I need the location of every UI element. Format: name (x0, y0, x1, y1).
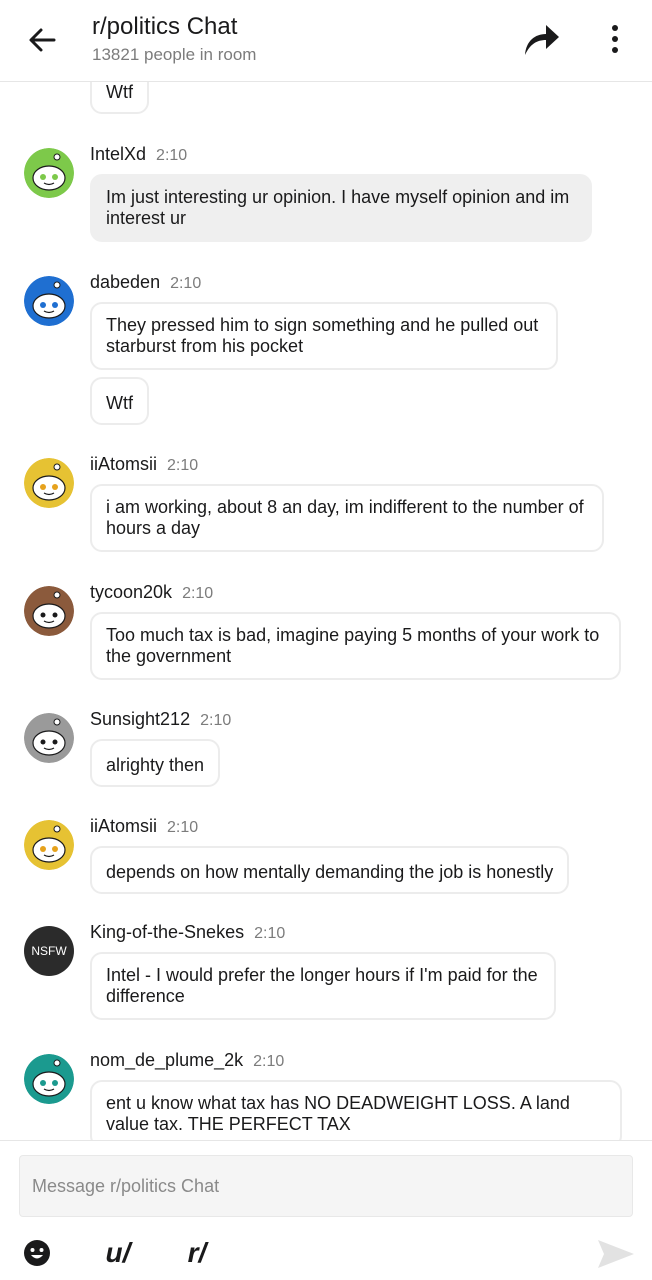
message-time: 2:10 (253, 1053, 285, 1070)
smiley-face-icon (24, 1240, 50, 1266)
message-bubble[interactable]: Wtf (90, 82, 149, 114)
user-avatar[interactable] (24, 820, 74, 870)
message-bubble[interactable]: alrighty then (90, 739, 221, 787)
send-button[interactable] (596, 1237, 636, 1271)
snoo-avatar-icon (24, 458, 74, 508)
username[interactable]: iiAtomsii (90, 816, 157, 836)
username[interactable]: IntelXd (90, 144, 146, 164)
snoo-avatar-icon (24, 820, 74, 870)
more-vertical-icon (612, 25, 618, 53)
message-composer: u/ r/ (0, 1140, 652, 1280)
user-avatar[interactable] (24, 586, 74, 636)
snoo-avatar-icon (24, 586, 74, 636)
message-bubble[interactable]: Too much tax is bad, imagine paying 5 mo… (90, 612, 621, 680)
room-title: r/politics Chat (92, 13, 238, 40)
message-time: 2:10 (200, 712, 232, 729)
message-meta: tycoon20k 2:10 (90, 582, 213, 603)
message-time: 2:10 (167, 457, 199, 474)
username[interactable]: King-of-the-Snekes (90, 922, 244, 942)
snoo-avatar-icon (24, 1054, 74, 1104)
message-meta: IntelXd 2:10 (90, 144, 187, 165)
message-meta: iiAtomsii 2:10 (90, 454, 198, 475)
message-meta: dabeden 2:10 (90, 272, 201, 293)
message-bubble[interactable]: depends on how mentally demanding the jo… (90, 846, 570, 894)
message-bubble[interactable]: Wtf (90, 377, 149, 425)
arrow-left-icon (29, 28, 56, 52)
username[interactable]: dabeden (90, 272, 160, 292)
message-input[interactable] (19, 1155, 633, 1217)
send-icon (598, 1240, 634, 1268)
message-list[interactable]: Wtf IntelXd 2:10 Im just interesting ur o… (0, 82, 652, 1140)
message-time: 2:10 (156, 147, 188, 164)
back-button[interactable] (22, 20, 62, 60)
message-bubble[interactable]: Im just interesting ur opinion. I have m… (90, 174, 592, 242)
message-bubble[interactable]: ent u know what tax has NO DEADWEIGHT LO… (90, 1080, 622, 1140)
message-bubble[interactable]: Intel - I would prefer the longer hours … (90, 952, 556, 1020)
nsfw-avatar-label: NSFW (31, 944, 67, 958)
username[interactable]: Sunsight212 (90, 709, 190, 729)
room-member-count: 13821 people in room (92, 45, 257, 64)
share-arrow-icon (525, 25, 559, 55)
snoo-avatar-icon (24, 148, 74, 198)
user-avatar[interactable] (24, 148, 74, 198)
username[interactable]: nom_de_plume_2k (90, 1050, 243, 1070)
message-time: 2:10 (170, 275, 202, 292)
message-bubble[interactable]: i am working, about 8 an day, im indiffe… (90, 484, 604, 552)
chat-header: r/politics Chat 13821 people in room (0, 0, 652, 82)
snoo-avatar-icon (24, 713, 74, 763)
message-time: 2:10 (167, 819, 199, 836)
message-time: 2:10 (254, 925, 286, 942)
user-avatar[interactable] (24, 1054, 74, 1104)
message-meta: nom_de_plume_2k 2:10 (90, 1050, 284, 1071)
message-meta: Sunsight212 2:10 (90, 709, 231, 730)
username[interactable]: tycoon20k (90, 582, 172, 602)
user-avatar[interactable] (24, 713, 74, 763)
emoji-button[interactable] (22, 1233, 52, 1273)
username[interactable]: iiAtomsii (90, 454, 157, 474)
user-avatar[interactable] (24, 276, 74, 326)
user-mention-button[interactable]: u/ (98, 1233, 138, 1273)
message-meta: iiAtomsii 2:10 (90, 816, 198, 837)
subreddit-mention-button[interactable]: r/ (180, 1233, 214, 1273)
user-avatar[interactable]: NSFW (24, 926, 74, 976)
share-button[interactable] (518, 18, 564, 60)
message-bubble[interactable]: They pressed him to sign something and h… (90, 302, 558, 370)
more-options-button[interactable] (598, 18, 632, 60)
snoo-avatar-icon (24, 276, 74, 326)
message-time: 2:10 (182, 585, 214, 602)
message-meta: King-of-the-Snekes 2:10 (90, 922, 285, 943)
user-avatar[interactable] (24, 458, 74, 508)
